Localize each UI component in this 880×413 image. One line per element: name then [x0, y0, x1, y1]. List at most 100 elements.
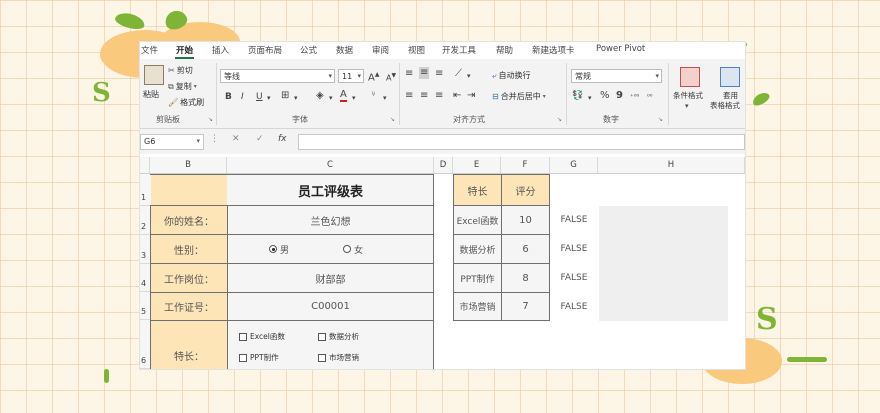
alignment-launcher-icon[interactable]: ↘ — [557, 116, 562, 123]
conditional-format-icon[interactable] — [680, 67, 700, 87]
number-launcher-icon[interactable]: ↘ — [658, 116, 663, 123]
italic-button[interactable]: I — [241, 91, 244, 103]
underline-button[interactable]: U — [256, 91, 263, 103]
increase-decimal-icon[interactable]: ⁺⁰⁰ — [630, 91, 639, 103]
copy-button[interactable]: ⧉ 复制 ▾ — [168, 81, 197, 92]
font-name-select[interactable]: 等线 ▾ — [220, 69, 335, 83]
insert-function-icon[interactable]: fx — [278, 134, 287, 150]
format-as-table-line2[interactable]: 表格格式 — [710, 100, 740, 111]
chevron-down-icon[interactable]: ▾ — [588, 92, 592, 104]
format-as-table-icon[interactable] — [720, 67, 740, 87]
clipboard-launcher-icon[interactable]: ↘ — [208, 116, 213, 123]
chevron-down-icon[interactable]: ▾ — [467, 70, 471, 82]
wrap-text-icon: ⤶ — [492, 70, 497, 80]
cut-button[interactable]: ✂ 剪切 — [168, 65, 193, 76]
rating-header-skill: 特长 — [453, 174, 502, 206]
id-value[interactable]: C00001 — [227, 292, 434, 321]
corner-select-all[interactable] — [140, 157, 150, 174]
name-box[interactable]: G6 ▾ — [140, 134, 204, 150]
chevron-down-icon[interactable]: ▾ — [294, 92, 298, 104]
chevron-down-icon[interactable]: ▾ — [329, 92, 333, 104]
paste-button[interactable]: 粘贴 — [143, 89, 159, 100]
tab-file[interactable]: 文件 — [141, 44, 158, 56]
align-top-icon[interactable]: ≡ — [405, 68, 413, 80]
decrease-decimal-icon[interactable]: ⁰⁰ — [647, 91, 653, 103]
comma-style-button[interactable]: 9 — [616, 90, 623, 102]
format-painter-button[interactable]: 🖌 格式刷 — [168, 97, 204, 108]
align-middle-icon[interactable]: ≡ — [419, 67, 430, 79]
column-header-g[interactable]: G — [550, 157, 598, 174]
cancel-icon[interactable]: ✕ — [232, 134, 240, 150]
align-bottom-icon[interactable]: ≡ — [435, 68, 443, 80]
rating-score-2[interactable]: 6 — [501, 234, 550, 264]
position-value[interactable]: 财部部 — [227, 263, 434, 293]
number-format-select[interactable]: 常规 ▾ — [571, 69, 662, 83]
percent-button[interactable]: % — [600, 90, 610, 102]
column-header-d[interactable]: D — [434, 157, 453, 174]
tab-formulas[interactable]: 公式 — [300, 44, 317, 56]
align-left-icon[interactable]: ≡ — [405, 90, 413, 102]
scissors-icon: ✂ — [168, 66, 175, 75]
tab-developer[interactable]: 开发工具 — [442, 44, 476, 56]
column-header-c[interactable]: C — [227, 157, 434, 174]
tab-new-tab[interactable]: 新建选项卡 — [532, 44, 575, 56]
align-center-icon[interactable]: ≡ — [420, 90, 428, 102]
border-icon[interactable]: ⊞ — [281, 90, 289, 102]
currency-icon[interactable]: 💱 — [572, 90, 583, 102]
row-header-6[interactable]: 6 — [140, 320, 150, 369]
row-header-1[interactable]: 1 — [140, 174, 150, 206]
gender-female-option[interactable]: 女 — [343, 243, 363, 256]
tab-insert[interactable]: 插入 — [212, 44, 229, 56]
rating-score-3[interactable]: 8 — [501, 263, 550, 293]
rating-score-1[interactable]: 10 — [501, 205, 550, 235]
font-size-select[interactable]: 11 ▾ — [338, 69, 364, 83]
copy-label: 复制 — [175, 82, 192, 91]
fill-color-icon[interactable]: ◈ — [316, 90, 324, 102]
skill-data-label: 数据分析 — [329, 332, 359, 341]
tab-review[interactable]: 审阅 — [372, 44, 389, 56]
tab-page-layout[interactable]: 页面布局 — [248, 44, 282, 56]
column-header-f[interactable]: F — [501, 157, 550, 174]
tab-help[interactable]: 帮助 — [496, 44, 513, 56]
chevron-down-icon: ▾ — [193, 83, 197, 90]
gender-male-option[interactable]: 男 — [269, 243, 289, 256]
skill-checkbox-marketing[interactable]: 市场营销 — [318, 352, 359, 363]
formula-input[interactable] — [298, 134, 745, 150]
enter-icon[interactable]: ✓ — [256, 134, 264, 150]
decrease-indent-icon[interactable]: ⇤ — [453, 90, 461, 102]
grow-font-icon[interactable]: A▲ — [368, 69, 379, 84]
row-header-3[interactable]: 3 — [140, 235, 150, 264]
skill-checkbox-ppt[interactable]: PPT制作 — [239, 352, 279, 363]
column-header-b[interactable]: B — [150, 157, 227, 174]
name-value[interactable]: 兰色幻想 — [227, 205, 434, 235]
chevron-down-icon[interactable]: ▾ — [685, 100, 689, 112]
tab-power-pivot[interactable]: Power Pivot — [596, 44, 645, 54]
orientation-icon[interactable]: ⟋ — [455, 68, 462, 80]
phonetic-icon[interactable]: ᵛ̈ — [372, 90, 375, 102]
rating-score-4[interactable]: 7 — [501, 292, 550, 321]
skill-checkbox-data[interactable]: 数据分析 — [318, 331, 359, 342]
merge-center-button[interactable]: ⊟ 合并后居中 ▾ — [492, 91, 546, 102]
more-options-icon: ⋮ — [210, 134, 219, 144]
increase-indent-icon[interactable]: ⇥ — [467, 90, 475, 102]
skill-checkbox-excel[interactable]: Excel函数 — [239, 331, 285, 342]
tab-home[interactable]: 开始 — [174, 44, 195, 59]
tab-view[interactable]: 视图 — [408, 44, 425, 56]
wrap-text-button[interactable]: ⤶ 自动换行 — [492, 70, 530, 81]
paste-icon[interactable] — [144, 65, 164, 85]
font-color-icon[interactable]: A — [340, 89, 347, 102]
chevron-down-icon[interactable]: ▾ — [383, 92, 387, 104]
tab-data[interactable]: 数据 — [336, 44, 353, 56]
shrink-font-icon[interactable]: A▼ — [386, 70, 396, 85]
row-header-5[interactable]: 5 — [140, 292, 150, 320]
rating-flag-4: FALSE — [560, 301, 588, 312]
column-header-e[interactable]: E — [453, 157, 501, 174]
chevron-down-icon[interactable]: ▾ — [352, 92, 356, 104]
row-header-2[interactable]: 2 — [140, 206, 150, 235]
font-launcher-icon[interactable]: ↘ — [390, 116, 395, 123]
row-header-4[interactable]: 4 — [140, 264, 150, 292]
column-header-h[interactable]: H — [598, 157, 745, 174]
align-right-icon[interactable]: ≡ — [435, 90, 443, 102]
bold-button[interactable]: B — [225, 91, 232, 103]
chevron-down-icon[interactable]: ▾ — [267, 92, 271, 104]
